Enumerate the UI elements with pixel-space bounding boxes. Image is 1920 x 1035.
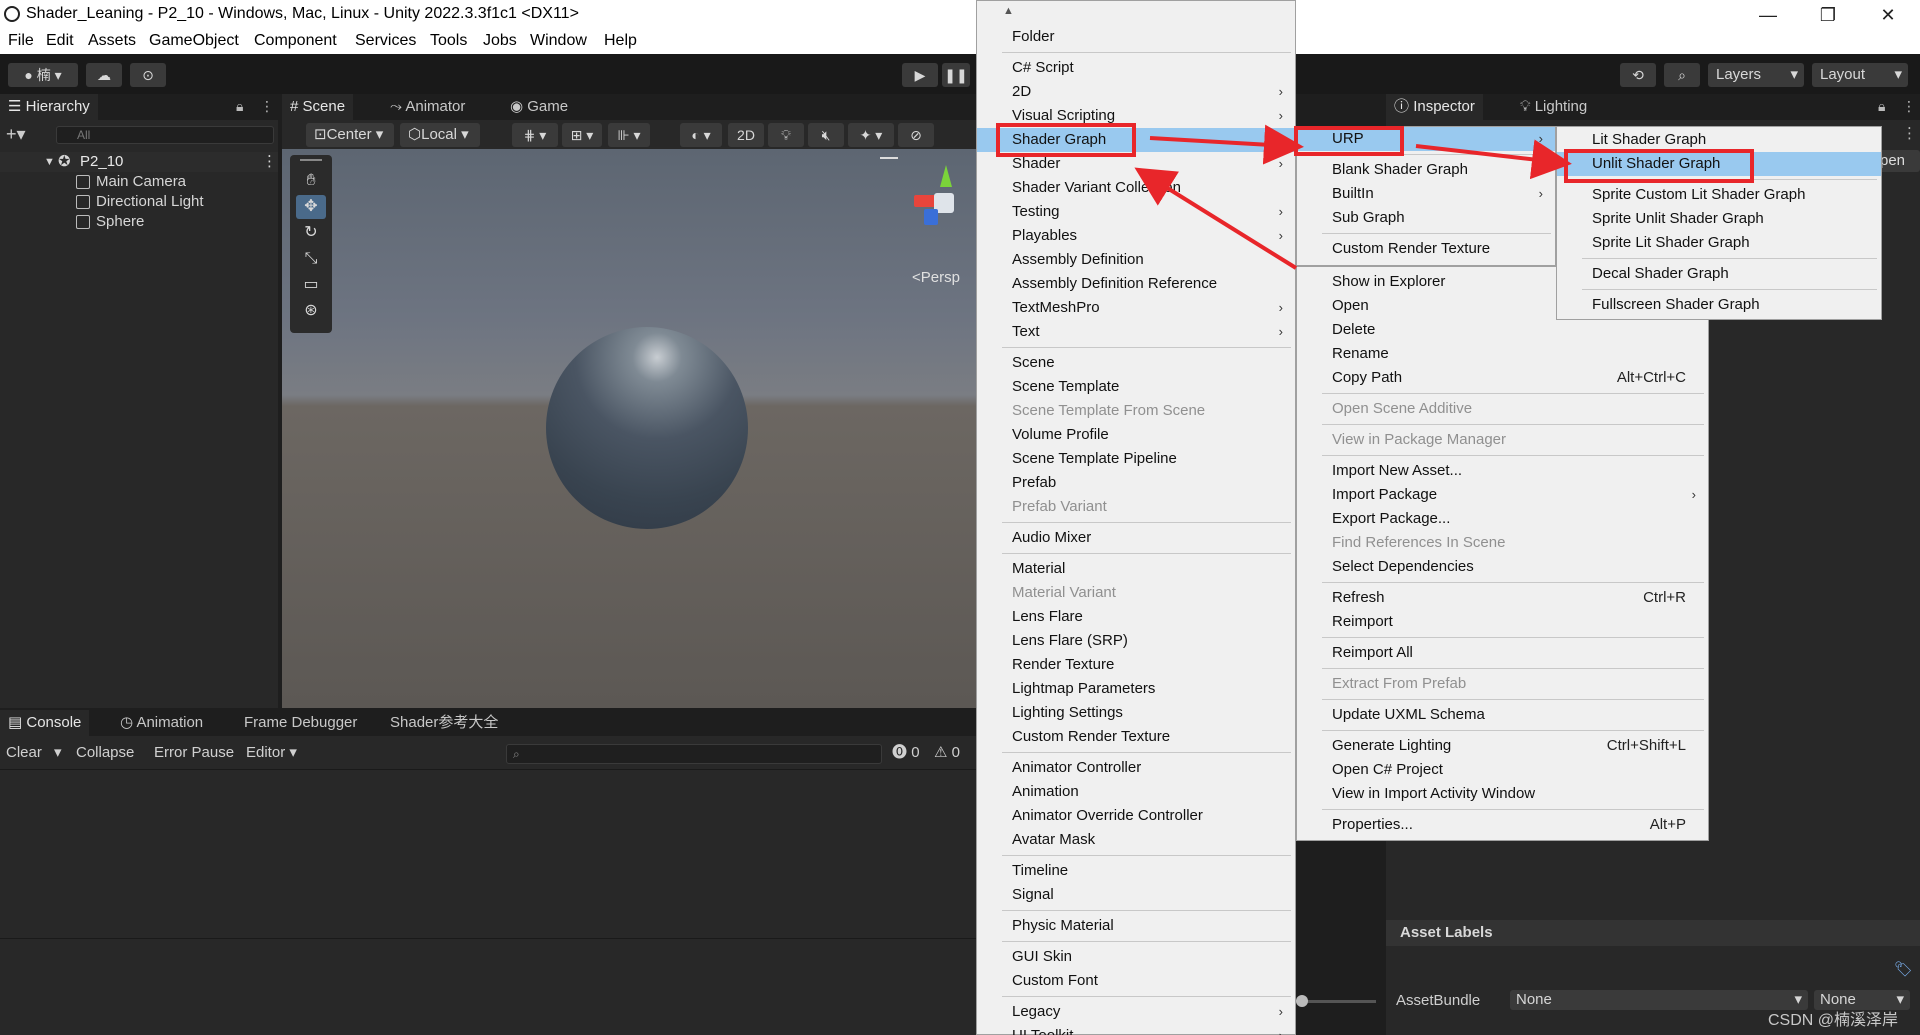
arrow-to-urp [1149, 124, 1304, 165]
arrow-back-to-shader-graph [1134, 167, 1298, 270]
watermark: CSDN @楠溪泽岸 [1768, 1012, 1899, 1029]
arrow-to-unlit [1415, 139, 1572, 180]
annotation-arrows [1134, 124, 1572, 270]
